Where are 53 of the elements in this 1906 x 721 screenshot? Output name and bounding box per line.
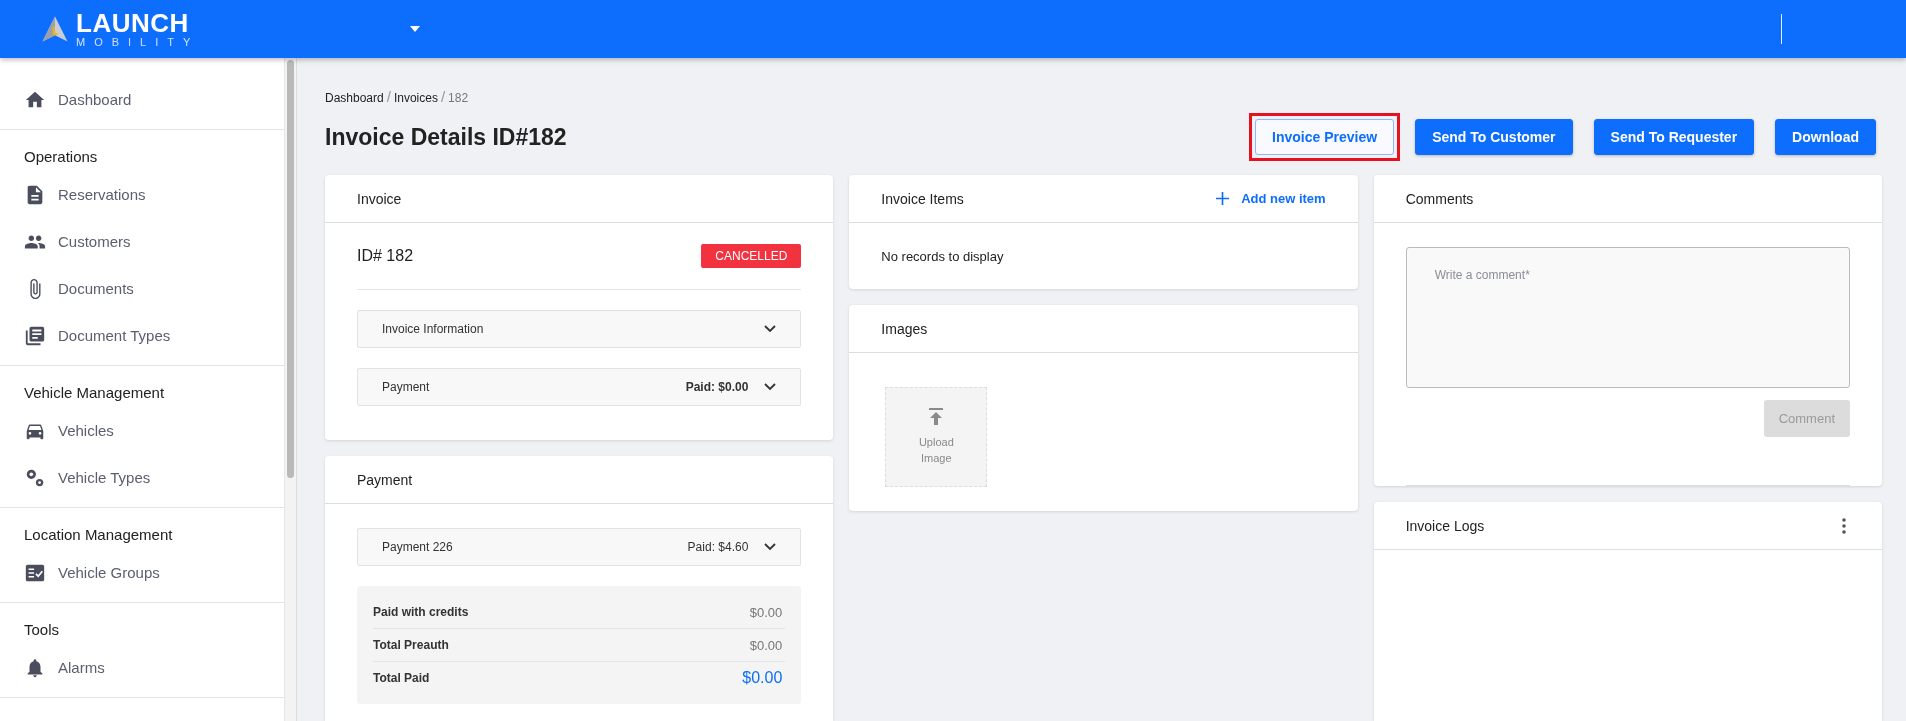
logo-icon bbox=[40, 14, 70, 44]
total-value: $0.00 bbox=[749, 637, 783, 653]
card-title: Invoice Items bbox=[881, 190, 964, 207]
breadcrumb-separator: / bbox=[440, 88, 446, 105]
upload-icon bbox=[928, 407, 945, 426]
accordion-panel[interactable]: Payment Paid: $0.00 bbox=[357, 368, 802, 406]
section-heading: Tools bbox=[23, 620, 61, 640]
breadcrumb-link[interactable]: Invoices bbox=[393, 91, 438, 105]
page-title: Invoice Details ID#182 bbox=[325, 123, 567, 151]
card-title: Invoice Logs bbox=[1405, 517, 1485, 534]
paid-amount: Paid: $0.00 bbox=[685, 380, 749, 394]
total-label: Paid with credits bbox=[373, 605, 469, 619]
scrollbar-thumb[interactable] bbox=[287, 60, 294, 478]
sidebar-item[interactable]: Alarms bbox=[0, 644, 284, 691]
card-title: Comments bbox=[1405, 190, 1474, 207]
empty-message: No records to display bbox=[881, 248, 1004, 264]
section-heading: Location Management bbox=[23, 525, 174, 545]
sidebar-item[interactable]: Reservations bbox=[0, 171, 284, 218]
sidebar-item[interactable]: Vehicle Types bbox=[0, 454, 284, 501]
sidebar-item[interactable]: Dashboard bbox=[0, 76, 284, 123]
sidebar-item[interactable]: Document Types bbox=[0, 312, 284, 359]
sidebar-item[interactable]: Documents bbox=[0, 265, 284, 312]
breadcrumb-separator: / bbox=[386, 88, 391, 105]
plus-icon bbox=[1216, 192, 1230, 205]
card-title: Invoice bbox=[357, 190, 402, 207]
section-heading: Vehicle Management bbox=[23, 383, 166, 403]
brand-name: LAUNCH bbox=[76, 10, 190, 36]
more-options-icon[interactable] bbox=[1842, 517, 1846, 534]
total-value: $0.00 bbox=[749, 604, 783, 620]
caret-icon[interactable] bbox=[410, 26, 420, 32]
accordion-panel[interactable]: Invoice Information bbox=[357, 310, 802, 348]
status-badge: CANCELLED bbox=[701, 244, 802, 268]
action-button[interactable]: Send To Requester bbox=[1593, 119, 1755, 155]
sidebar-item[interactable]: Vehicles bbox=[0, 407, 284, 454]
card-title: Payment bbox=[357, 471, 413, 488]
total-value: $0.00 bbox=[742, 669, 783, 687]
action-button[interactable]: Send To Customer bbox=[1415, 119, 1573, 155]
accordion-panel[interactable]: Payment 226 Paid: $4.60 bbox=[357, 528, 802, 566]
paid-amount: Paid: $4.60 bbox=[687, 540, 749, 554]
section-heading: Operations bbox=[23, 147, 99, 167]
breadcrumb-link[interactable]: Dashboard bbox=[325, 91, 384, 105]
stacked-documents-icon bbox=[24, 324, 46, 347]
brand-tagline: MOBILITY bbox=[76, 37, 200, 48]
add-item-link[interactable]: Add new item bbox=[1216, 191, 1326, 206]
total-label: Total Preauth bbox=[373, 638, 449, 652]
comment-field[interactable]: Write a comment* bbox=[1405, 247, 1850, 388]
action-button[interactable]: Invoice Preview bbox=[1255, 119, 1395, 155]
sidebar-item[interactable]: Customers bbox=[0, 218, 284, 265]
invoice-id: ID# 182 bbox=[357, 247, 414, 265]
total-label: Total Paid bbox=[373, 671, 430, 685]
card-title: Images bbox=[881, 320, 928, 337]
sidebar-item[interactable]: Vehicle Groups bbox=[0, 549, 284, 596]
action-button[interactable]: Download bbox=[1775, 119, 1876, 155]
